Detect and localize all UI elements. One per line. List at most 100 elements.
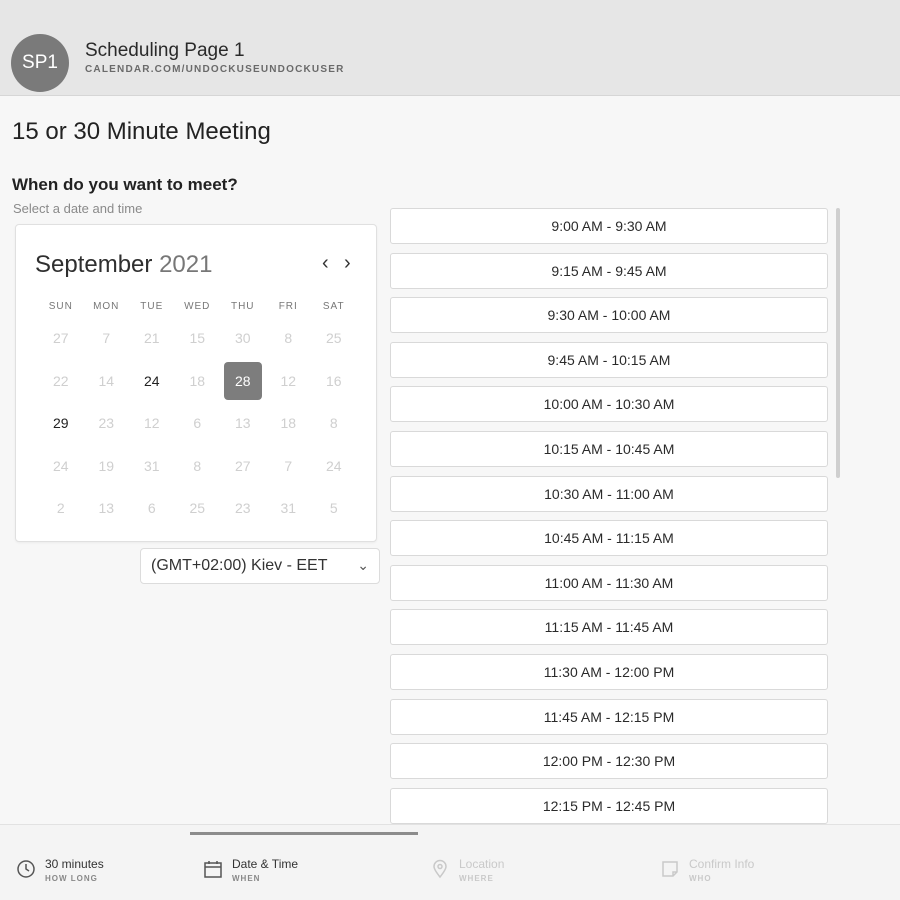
meeting-title: 15 or 30 Minute Meeting <box>12 118 271 145</box>
time-slot-list: 9:00 AM - 9:30 AM 9:15 AM - 9:45 AM 9:30 A… <box>390 208 828 832</box>
step-sublabel: WHO <box>689 874 712 883</box>
calendar-day: 14 <box>84 360 130 403</box>
main-panel: 15 or 30 Minute Meeting When do you want… <box>0 96 900 824</box>
day-number: 8 <box>284 330 293 347</box>
chevron-right-icon[interactable]: › <box>344 253 351 273</box>
day-number: 22 <box>52 372 69 389</box>
calendar-day[interactable]: 29 <box>38 402 84 445</box>
calendar-day: 27 <box>38 317 84 360</box>
time-slot-button[interactable]: 11:15 AM - 11:45 AM <box>390 609 828 646</box>
month-label: September <box>35 251 153 278</box>
step-footer: 30 minutes HOW LONG Date & Time WHEN Loc… <box>0 824 900 900</box>
day-number: 25 <box>325 330 342 347</box>
calendar-day: 18 <box>266 402 312 445</box>
chevron-left-icon[interactable]: ‹ <box>322 253 329 273</box>
day-number: 18 <box>189 372 206 389</box>
section-subtitle: Select a date and time <box>13 201 143 216</box>
calendar-day: 5 <box>311 487 357 530</box>
day-number: 18 <box>280 415 297 432</box>
weekday-label: MON <box>93 301 120 312</box>
note-icon <box>662 861 678 877</box>
calendar-day: 6 <box>129 487 175 530</box>
step-sublabel: WHEN <box>232 874 261 883</box>
time-slot-button[interactable]: 11:45 AM - 12:15 PM <box>390 698 828 735</box>
day-number: 24 <box>143 372 160 389</box>
time-slot-button[interactable]: 12:15 PM - 12:45 PM <box>390 787 828 824</box>
calendar-day: 7 <box>266 445 312 488</box>
day-number: 16 <box>325 372 342 389</box>
step-date-time[interactable]: Date & Time WHEN <box>203 857 298 883</box>
weekday-header: SUN MON TUE WED THU FRI SAT <box>38 301 357 312</box>
day-number: 29 <box>52 415 69 432</box>
step-label: 30 minutes <box>45 857 104 871</box>
calendar-day: 27 <box>220 445 266 488</box>
calendar-day: 19 <box>84 445 130 488</box>
weekday-label: SAT <box>322 301 345 312</box>
day-number: 27 <box>234 457 251 474</box>
header-bar: SP1 Scheduling Page 1 CALENDAR.COM/UNDOC… <box>0 0 900 96</box>
calendar-day: 2 <box>38 487 84 530</box>
calendar-day: 16 <box>311 360 357 403</box>
day-number: 12 <box>143 415 160 432</box>
timezone-select[interactable]: (GMT+02:00) Kiev - EET ⌄ <box>140 548 380 584</box>
chevron-down-icon: ⌄ <box>357 557 369 573</box>
year-label: 2021 <box>159 251 213 278</box>
day-number: 25 <box>189 500 206 517</box>
time-slot-button[interactable]: 9:30 AM - 10:00 AM <box>390 297 828 334</box>
time-slot-button[interactable]: 11:00 AM - 11:30 AM <box>390 564 828 601</box>
day-number: 21 <box>143 330 160 347</box>
weekday-label: WED <box>184 301 211 312</box>
day-number: 14 <box>98 372 115 389</box>
day-number: 7 <box>284 457 293 474</box>
time-slot-button[interactable]: 9:00 AM - 9:30 AM <box>390 208 828 244</box>
calendar-day: 13 <box>84 487 130 530</box>
calendar-day: 24 <box>311 445 357 488</box>
avatar: SP1 <box>11 34 69 92</box>
calendar-day: 22 <box>38 360 84 403</box>
day-number: 8 <box>329 415 338 432</box>
time-slot-button[interactable]: 10:30 AM - 11:00 AM <box>390 475 828 512</box>
step-label: Confirm Info <box>689 857 755 871</box>
weekday-label: SUN <box>48 301 73 312</box>
calendar-day: 31 <box>129 445 175 488</box>
calendar-day: 15 <box>175 317 221 360</box>
calendar-day: 23 <box>220 487 266 530</box>
scrollbar[interactable] <box>836 208 840 478</box>
calendar-day: 12 <box>266 360 312 403</box>
time-slot-button[interactable]: 11:30 AM - 12:00 PM <box>390 653 828 690</box>
time-slot-button[interactable]: 10:00 AM - 10:30 AM <box>390 386 828 423</box>
calendar-day: 8 <box>311 402 357 445</box>
calendar-day: 13 <box>220 402 266 445</box>
calendar-day-selected[interactable]: 28 <box>220 360 266 403</box>
step-confirm-info[interactable]: Confirm Info WHO <box>660 857 754 883</box>
step-sublabel: WHERE <box>459 874 494 883</box>
weekday-label: FRI <box>278 301 298 312</box>
day-number: 31 <box>143 457 160 474</box>
time-slot-button[interactable]: 9:15 AM - 9:45 AM <box>390 252 828 289</box>
time-slot-button[interactable]: 9:45 AM - 10:15 AM <box>390 341 828 378</box>
day-number: 30 <box>234 330 251 347</box>
step-label: Location <box>459 857 505 871</box>
day-number: 8 <box>193 457 202 474</box>
step-label: Date & Time <box>232 857 299 871</box>
location-pin-icon <box>433 859 447 879</box>
day-number: 13 <box>234 415 251 432</box>
clock-icon <box>17 860 35 878</box>
day-number: 28 <box>223 361 262 400</box>
calendar-icon <box>204 861 222 878</box>
day-number: 31 <box>280 500 297 517</box>
step-duration[interactable]: 30 minutes HOW LONG <box>16 857 104 883</box>
calendar-day[interactable]: 24 <box>129 360 175 403</box>
step-sublabel: HOW LONG <box>45 874 98 883</box>
calendar-day: 21 <box>129 317 175 360</box>
day-number: 5 <box>329 500 338 517</box>
step-location[interactable]: Location WHERE <box>430 857 504 883</box>
time-slot-button[interactable]: 12:00 PM - 12:30 PM <box>390 743 828 780</box>
timezone-value: (GMT+02:00) Kiev - EET <box>151 557 328 574</box>
time-slot-button[interactable]: 10:15 AM - 10:45 AM <box>390 430 828 467</box>
calendar-day: 6 <box>175 402 221 445</box>
day-number: 23 <box>98 415 115 432</box>
day-number: 7 <box>102 330 111 347</box>
day-number: 24 <box>52 457 69 474</box>
time-slot-button[interactable]: 10:45 AM - 11:15 AM <box>390 520 828 557</box>
